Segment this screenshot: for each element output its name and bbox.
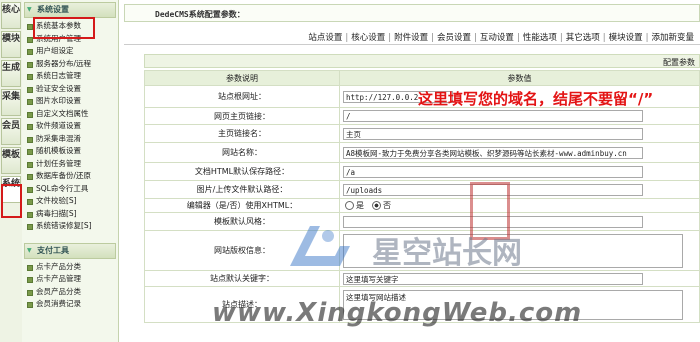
field-value-cell: 主页 xyxy=(339,124,700,143)
tab-modules[interactable]: 模块 xyxy=(1,31,21,58)
menu-item-s1-15[interactable]: 病毒扫描[S] xyxy=(22,208,118,221)
field-label: 主页链接名： xyxy=(144,124,340,143)
settings-tab-2[interactable]: 附件设置 xyxy=(394,33,428,43)
menu-item-s1-7[interactable]: 自定义文档属性 xyxy=(22,108,118,121)
toolbar-separator: | xyxy=(388,33,392,43)
toolbar-separator: | xyxy=(516,33,520,43)
column-header-label: 参数说明 xyxy=(144,70,340,86)
menu-item-s1-12[interactable]: 数据库备份/还原 xyxy=(22,170,118,183)
field-label: 图片/上传文件默认路径： xyxy=(144,180,340,199)
field-input[interactable]: /a xyxy=(343,165,643,178)
toolbar-separator: | xyxy=(474,33,477,43)
tab-collect[interactable]: 采集 xyxy=(1,89,21,116)
radio-button[interactable] xyxy=(372,201,381,210)
page-title-bar: DedeCMS系统配置参数： xyxy=(124,4,700,22)
radio-label: 是 xyxy=(356,201,364,210)
field-label: 编辑器（是/否）使用XHTML： xyxy=(144,198,340,213)
menu-item-s2-3[interactable]: 会员消费记录 xyxy=(22,298,118,311)
table-row: 文档HTML默认保存路径：/a xyxy=(144,162,700,181)
toolbar-separator: | xyxy=(345,33,349,43)
menu-item-s2-0[interactable]: 点卡产品分类 xyxy=(22,261,118,274)
menu-section-payment-tools[interactable]: 支付工具 xyxy=(24,242,116,259)
watermark-text: 星空站长网 xyxy=(372,236,522,271)
tab-generate[interactable]: 生成 xyxy=(1,60,21,87)
toolbar-separator: | xyxy=(645,33,649,43)
menu-item-s1-8[interactable]: 软件频道设置 xyxy=(22,120,118,133)
menu-item-s1-14[interactable]: 文件校验[S] xyxy=(22,195,118,208)
table-row: 图片/上传文件默认路径：/uploads xyxy=(144,180,700,199)
settings-tab-6[interactable]: 其它选项 xyxy=(566,33,600,43)
settings-tab-4[interactable]: 互动设置 xyxy=(480,33,514,43)
table-row: 主页链接名： 主页 xyxy=(144,124,700,143)
menu-item-s1-2[interactable]: 用户组设定 xyxy=(22,45,118,58)
toolbar-separator: | xyxy=(559,33,563,43)
table-row: 站点默认关键字： 这里填写关键字 xyxy=(144,270,700,287)
field-value-cell: /a xyxy=(339,162,700,181)
field-label: 网页主页链接： xyxy=(144,107,340,125)
settings-tab-7[interactable]: 模块设置 xyxy=(609,33,643,43)
menu-item-s1-6[interactable]: 图片水印设置 xyxy=(22,95,118,108)
config-subbar: 配置参数 xyxy=(144,54,700,68)
settings-tab-1[interactable]: 核心设置 xyxy=(351,33,385,43)
settings-tabs: 站点设置 | 核心设置 | 附件设置 | 会员设置 | 互动设置 | 性能选项 | 其它选项 | 模块设置 |… xyxy=(308,31,694,43)
tab-core[interactable]: 核心 xyxy=(1,2,21,29)
settings-tab-0[interactable]: 站点设置 xyxy=(308,33,342,43)
watermark-logo-icon xyxy=(290,226,350,266)
menu-item-s1-9[interactable]: 防采集串混淆 xyxy=(22,133,118,146)
settings-toolbar: 站点设置 | 核心设置 | 附件设置 | 会员设置 | 互动设置 | 性能选项 | 其它选项 | 模块设置 |… xyxy=(124,28,700,45)
table-row: 网站名称： A8模板网-致力于免费分享各类网站模板、织梦源码等站长素材-www.a… xyxy=(144,142,700,163)
tab-templates[interactable]: 模板 xyxy=(1,147,21,174)
field-value-cell: /uploads xyxy=(339,180,700,199)
table-row: 网页主页链接： / xyxy=(144,107,700,125)
menu-item-s1-5[interactable]: 验证安全设置 xyxy=(22,83,118,96)
sidebar-menu: 系统设置 系统基本参数系统用户管理用户组设定服务器分布/远程系统日志管理验证安全… xyxy=(22,0,119,342)
radio-button[interactable] xyxy=(345,201,354,210)
table-header-row: 参数说明 参数值 xyxy=(144,70,700,86)
menu-item-s1-3[interactable]: 服务器分布/远程 xyxy=(22,58,118,71)
watermark-url: www.XingkongWeb.com xyxy=(212,298,583,328)
menu-item-highlight xyxy=(33,17,95,39)
field-value-cell: A8模板网-致力于免费分享各类网站模板、织梦源码等站长素材-www.adminb… xyxy=(339,142,700,163)
field-label: 站点根网址： xyxy=(144,85,340,108)
vertical-tab-bar: 核心 模块 生成 采集 会员 模板 系统 xyxy=(0,0,23,342)
menu-item-s1-11[interactable]: 计划任务管理 xyxy=(22,158,118,171)
menu-item-s1-13[interactable]: SQL命令行工具 xyxy=(22,183,118,196)
field-label: 文档HTML默认保存路径： xyxy=(144,162,340,181)
toolbar-separator: | xyxy=(602,33,606,43)
field-value-cell: 是否 xyxy=(339,198,700,213)
settings-tab-5[interactable]: 性能选项 xyxy=(523,33,557,43)
field-input[interactable]: 这里填写关键字 xyxy=(343,272,643,285)
table-row: 编辑器（是/否）使用XHTML：是否 xyxy=(144,198,700,213)
subbar-text: 配置参数 xyxy=(663,58,695,67)
menu-item-s2-2[interactable]: 会员产品分类 xyxy=(22,286,118,299)
menu-item-s2-1[interactable]: 点卡产品管理 xyxy=(22,273,118,286)
toolbar-separator: | xyxy=(431,33,435,43)
annotation-text: 这里填写您的域名，结尾不要留“/” xyxy=(418,90,654,108)
field-input[interactable]: 主页 xyxy=(343,127,643,140)
menu-item-s1-10[interactable]: 随机模板设置 xyxy=(22,145,118,158)
field-input[interactable]: A8模板网-致力于免费分享各类网站模板、织梦源码等站长素材-www.adminb… xyxy=(343,146,643,159)
settings-tab-3[interactable]: 会员设置 xyxy=(437,33,471,43)
tab-members[interactable]: 会员 xyxy=(1,118,21,145)
field-label: 网站名称： xyxy=(144,142,340,163)
tab-system-highlight xyxy=(1,184,22,218)
field-input[interactable]: / xyxy=(343,110,643,122)
menu-item-s1-4[interactable]: 系统日志管理 xyxy=(22,70,118,83)
radio-label: 否 xyxy=(383,201,391,210)
field-value-cell: / xyxy=(339,107,700,125)
menu-section-system-settings[interactable]: 系统设置 xyxy=(24,2,116,18)
page-title: DedeCMS系统配置参数： xyxy=(155,10,245,19)
menu-item-s1-16[interactable]: 系统错误修复[S] xyxy=(22,220,118,233)
field-value-cell: 这里填写关键字 xyxy=(339,270,700,287)
settings-tab-8[interactable]: 添加新变量 xyxy=(651,33,694,43)
column-header-value: 参数值 xyxy=(339,70,700,86)
